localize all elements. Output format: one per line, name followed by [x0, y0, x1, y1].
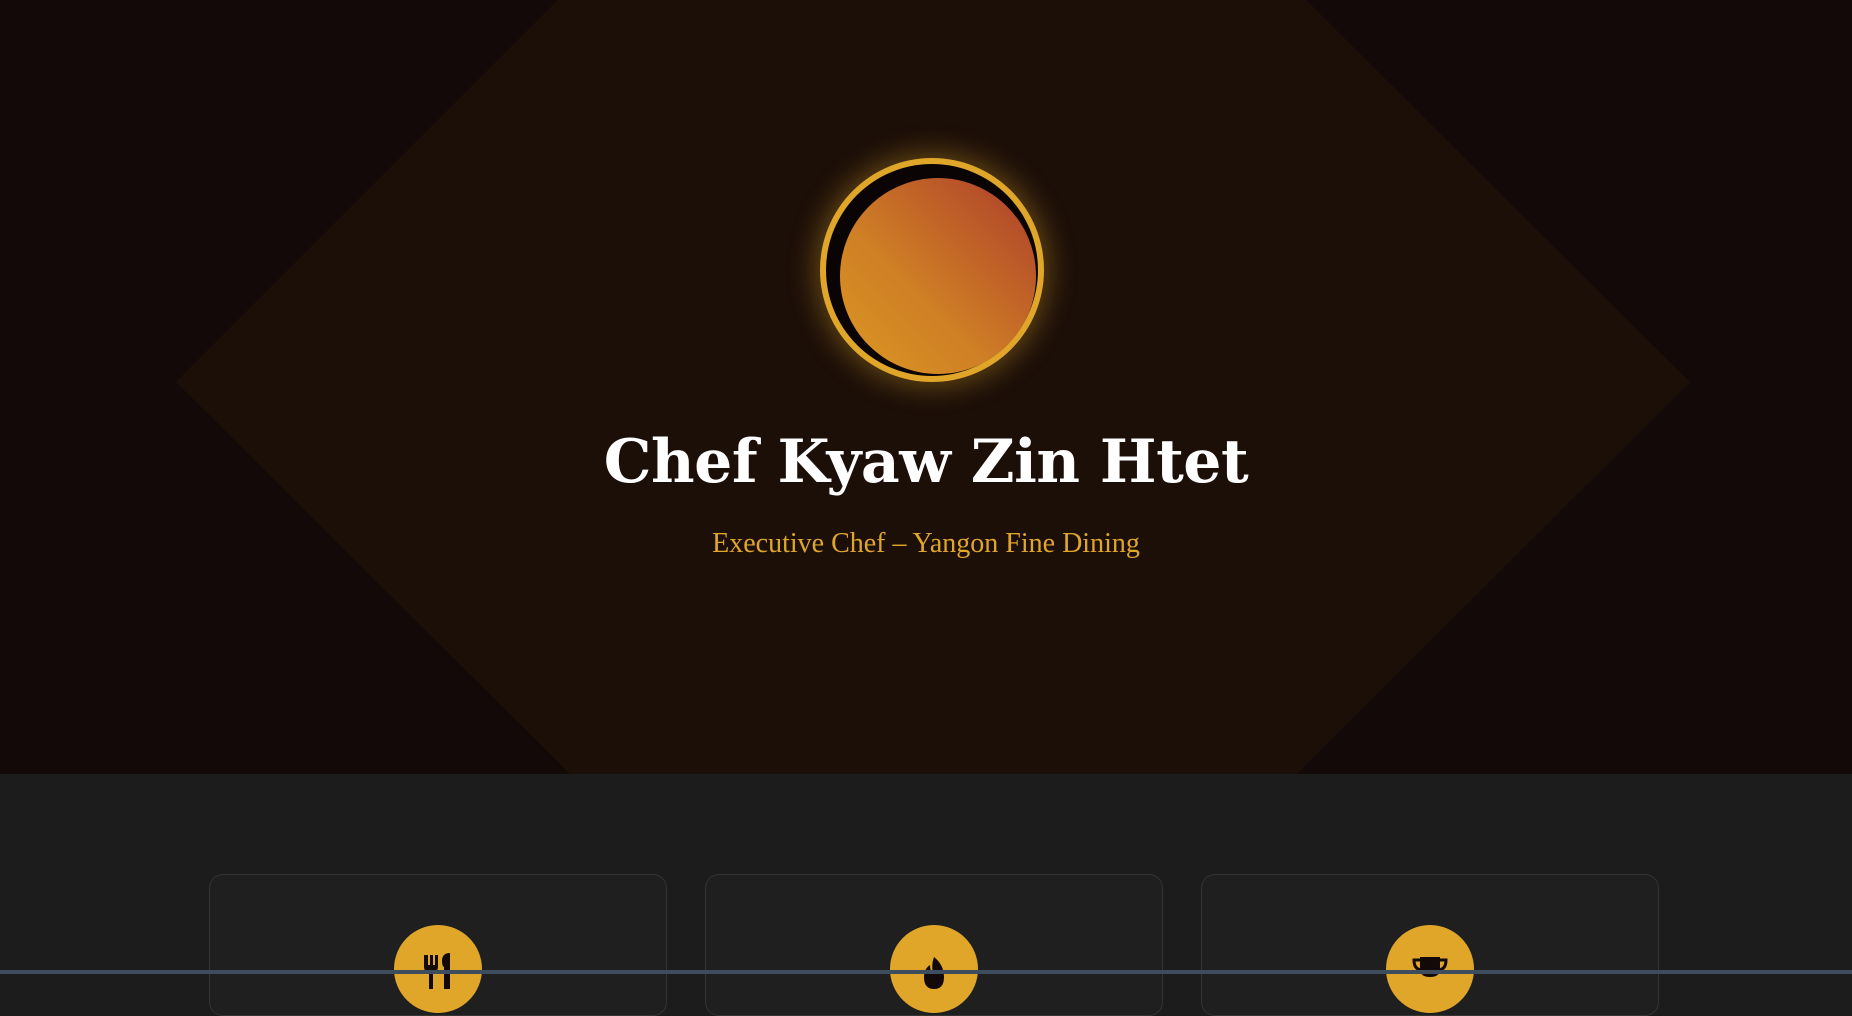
chef-avatar	[820, 158, 1044, 382]
avatar-image	[840, 178, 1036, 374]
card-cuisine	[209, 874, 667, 1016]
bottom-divider	[0, 970, 1852, 974]
fire-icon	[890, 925, 978, 1013]
chef-name: Chef Kyaw Zin Htet	[603, 427, 1249, 497]
card-specialty	[705, 874, 1163, 1016]
chef-title: Executive Chef – Yangon Fine Dining	[712, 528, 1140, 559]
card-awards	[1201, 874, 1659, 1016]
hero-diamond-decoration	[176, 0, 1690, 774]
cards-section	[0, 774, 1852, 1016]
trophy-icon	[1386, 925, 1474, 1013]
utensils-icon	[394, 925, 482, 1013]
hero-section: Chef Kyaw Zin Htet Executive Chef – Yang…	[0, 0, 1852, 774]
